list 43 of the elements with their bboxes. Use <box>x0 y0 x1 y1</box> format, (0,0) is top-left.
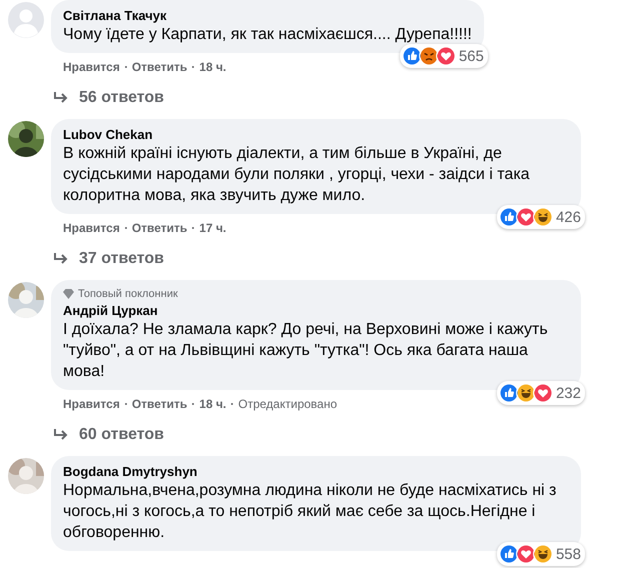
laughing-reaction-icon <box>516 383 536 403</box>
like-link[interactable]: Нравится <box>63 397 120 411</box>
heart-reaction-icon <box>516 544 536 564</box>
comment-text: Нормальна,вчена,розумна людина ніколи не буде насміхатись ні з чогось,ні з когось,а то непотріб який має себе за щось.Негідне і обговоренню. <box>63 481 558 543</box>
comment-text: Чому їдете у Карпати, як так насміхаєшся.... Дурепа!!!!! <box>63 25 472 45</box>
diamond-icon <box>63 289 74 299</box>
reactions-summary[interactable]: 426 <box>496 205 585 229</box>
author-name[interactable]: Lubov Chekan <box>63 127 569 142</box>
like-link[interactable]: Нравится <box>63 60 120 74</box>
like-reaction-icon <box>498 383 519 403</box>
angry-reaction-icon <box>418 46 439 66</box>
reply-arrow-icon <box>53 428 69 442</box>
view-replies-link[interactable]: 56 ответов <box>53 89 164 107</box>
author-name[interactable]: Андрій Цуркан <box>63 303 569 318</box>
reply-link[interactable]: Ответить <box>132 221 188 235</box>
like-reaction-icon <box>498 544 519 564</box>
view-replies-link[interactable]: 37 ответов <box>53 250 164 268</box>
comment-text: В кожній країні існують діалекти, а тим більше в Україні, де сусідськими народами були поляки , угорці, чехи - заідси і така колоритна мова, яка звучить дуже мило. <box>63 144 531 206</box>
reply-arrow-icon <box>53 91 69 105</box>
laughing-reaction-icon <box>532 544 553 564</box>
view-replies-link[interactable]: 60 ответов <box>53 426 164 444</box>
like-reaction-icon <box>498 207 519 227</box>
like-link[interactable]: Нравится <box>63 221 120 235</box>
timestamp[interactable]: 18 ч. <box>199 397 226 411</box>
like-reaction-icon <box>402 46 422 66</box>
author-name[interactable]: Світлана Ткачук <box>63 8 472 23</box>
timestamp[interactable]: 18 ч. <box>199 60 226 74</box>
comment-text: І доїхала? Не зламала карк? До речі, на Верховині може і кажуть "туйво", а от на Львівщині кажуть "тутка"! Ось яка багата наша мова! <box>63 320 549 382</box>
reactions-summary[interactable]: 558 <box>496 542 585 566</box>
reply-arrow-icon <box>53 252 69 266</box>
default-avatar-icon[interactable] <box>8 2 44 38</box>
reactions-summary[interactable]: 565 <box>400 44 488 68</box>
edited-label: Отредактировано <box>238 397 338 411</box>
badge-label: Топовый поклонник <box>78 288 178 300</box>
reply-link[interactable]: Ответить <box>132 397 188 411</box>
reactions-summary[interactable]: 232 <box>496 381 585 405</box>
author-name[interactable]: Bogdana Dmytryshyn <box>63 464 569 479</box>
heart-reaction-icon <box>436 46 456 66</box>
laughing-reaction-icon <box>532 207 553 227</box>
reply-link[interactable]: Ответить <box>132 60 188 74</box>
heart-reaction-icon <box>532 383 553 403</box>
timestamp[interactable]: 17 ч. <box>199 221 226 235</box>
heart-reaction-icon <box>516 207 536 227</box>
